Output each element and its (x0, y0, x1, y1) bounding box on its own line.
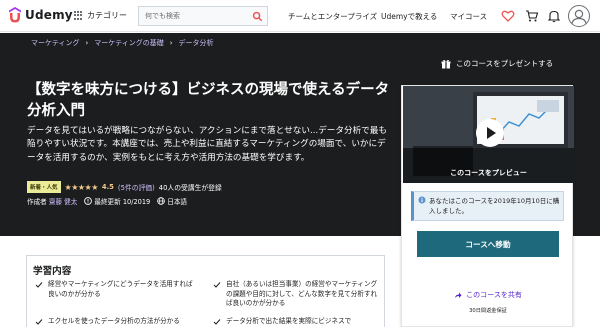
course-title: 【数字を味方につける】ビジネスの現場で使えるデータ分析入門 (27, 82, 390, 119)
gift-course-link[interactable]: このコースをプレゼントする (441, 58, 553, 69)
breadcrumb-item[interactable]: データ分析 (179, 38, 214, 48)
what-you-will-learn: 学習内容 経営やマーケティングにどうデータを活用すれば良いのかが分かる 自社（あ… (26, 255, 385, 327)
share-arrow-icon (455, 292, 462, 298)
chevron-right-icon: › (169, 39, 173, 47)
notice-text: あなたはこのコースを2019年10月10日に購入しました。 (429, 197, 560, 215)
alert-badge-icon (84, 197, 93, 205)
learn-item-text: 経営やマーケティングにどうデータを活用すれば良いのかが分かる (48, 280, 193, 298)
check-icon (213, 282, 221, 288)
my-courses-link[interactable]: マイコース (450, 11, 487, 22)
updated-text: 最終更新 10/2019 (94, 198, 151, 206)
categories-menu[interactable]: カテゴリー (74, 10, 127, 21)
bestseller-badge: 新着・人気 (27, 181, 61, 193)
course-language: 日本語 (157, 196, 187, 206)
course-meta: 作成者 齋藤 健太 最終更新 10/2019 日本語 (27, 196, 187, 206)
learn-item-text: エクセルを使ったデータ分析の方法が分かる (48, 317, 180, 325)
breadcrumb: マーケティング › マーケティングの基礎 › データ分析 (31, 38, 214, 48)
udemy-logo-icon (9, 7, 21, 23)
money-back-guarantee: 30日間返金保証 (469, 308, 507, 314)
info-icon (418, 196, 426, 204)
logo-text: Udemy (25, 8, 73, 22)
grid-icon (74, 11, 83, 20)
gift-icon (441, 59, 451, 68)
rating-row: 新着・人気 ★★★★★ 4.5 (5件の評価) 40人の受講生が登録 (27, 181, 222, 193)
learn-item-text: データ分析で出た結果を実際にビジネスで (226, 317, 352, 325)
review-count[interactable]: (5件の評価) (118, 182, 155, 192)
language-text: 日本語 (167, 198, 188, 206)
check-icon (213, 319, 221, 325)
gift-label: このコースをプレゼントする (456, 59, 554, 68)
purchase-notice: あなたはこのコースを2019年10月10日に購入しました。 (411, 191, 564, 221)
search-input[interactable] (139, 7, 249, 25)
learn-item: エクセルを使ったデータ分析の方法が分かる (35, 317, 195, 327)
check-icon (35, 282, 43, 288)
categories-label: カテゴリー (87, 11, 127, 20)
share-course-link[interactable]: このコースを共有 (402, 290, 574, 300)
breadcrumb-item[interactable]: マーケティング (31, 38, 79, 48)
last-updated: 最終更新 10/2019 (84, 196, 150, 206)
play-icon (487, 127, 496, 139)
share-label: このコースを共有 (466, 291, 522, 299)
learn-item-text: 自社（あるいは担当事業）の経営やマーケティングの課題や目的に対して、どんな数字を… (226, 280, 378, 308)
learn-item: データ分析で出た結果を実際にビジネスで (213, 317, 381, 327)
learn-title: 学習内容 (33, 266, 72, 277)
user-avatar[interactable] (568, 5, 590, 27)
preview-label: このコースをプレビュー (450, 169, 527, 177)
globe-icon (157, 197, 166, 205)
business-link[interactable]: チームとエンタープライズ (288, 11, 377, 22)
heart-icon[interactable] (501, 9, 515, 23)
go-to-course-button[interactable]: コースへ移動 (417, 231, 559, 257)
student-count: 40人の受講生が登録 (158, 184, 222, 192)
author-link[interactable]: 齋藤 健太 (49, 198, 77, 206)
course-subtitle: データを見てはいるが戦略につながらない、アクションにまで落とせない...データ分… (27, 126, 387, 163)
cart-icon[interactable] (525, 9, 539, 23)
play-button[interactable] (476, 119, 504, 147)
purchase-card: このコースをプレビュー あなたはこのコースを2019年10月10日に購入しました… (401, 85, 574, 327)
search-bar (138, 6, 268, 26)
check-icon (35, 319, 43, 325)
star-rating-icon: ★★★★★ (64, 182, 99, 192)
learn-item: 経営やマーケティングにどうデータを活用すれば良いのかが分かる (35, 280, 195, 299)
teach-link[interactable]: Udemyで教える (381, 11, 437, 22)
breadcrumb-item[interactable]: マーケティングの基礎 (94, 38, 163, 48)
top-navigation: Udemy カテゴリー チームとエンタープライズ Udemyで教える マイコース (0, 0, 600, 32)
bell-icon[interactable] (547, 9, 561, 23)
chevron-right-icon: › (85, 39, 89, 47)
search-icon[interactable] (252, 11, 263, 22)
author-prefix: 作成者 (27, 198, 47, 206)
learn-item: 自社（あるいは担当事業）の経営やマーケティングの課題や目的に対して、どんな数字を… (213, 280, 381, 309)
course-preview-video[interactable]: このコースをプレビュー (403, 86, 574, 183)
udemy-logo[interactable]: Udemy (8, 7, 73, 23)
rating-value: 4.5 (101, 183, 114, 191)
user-icon (571, 9, 587, 26)
